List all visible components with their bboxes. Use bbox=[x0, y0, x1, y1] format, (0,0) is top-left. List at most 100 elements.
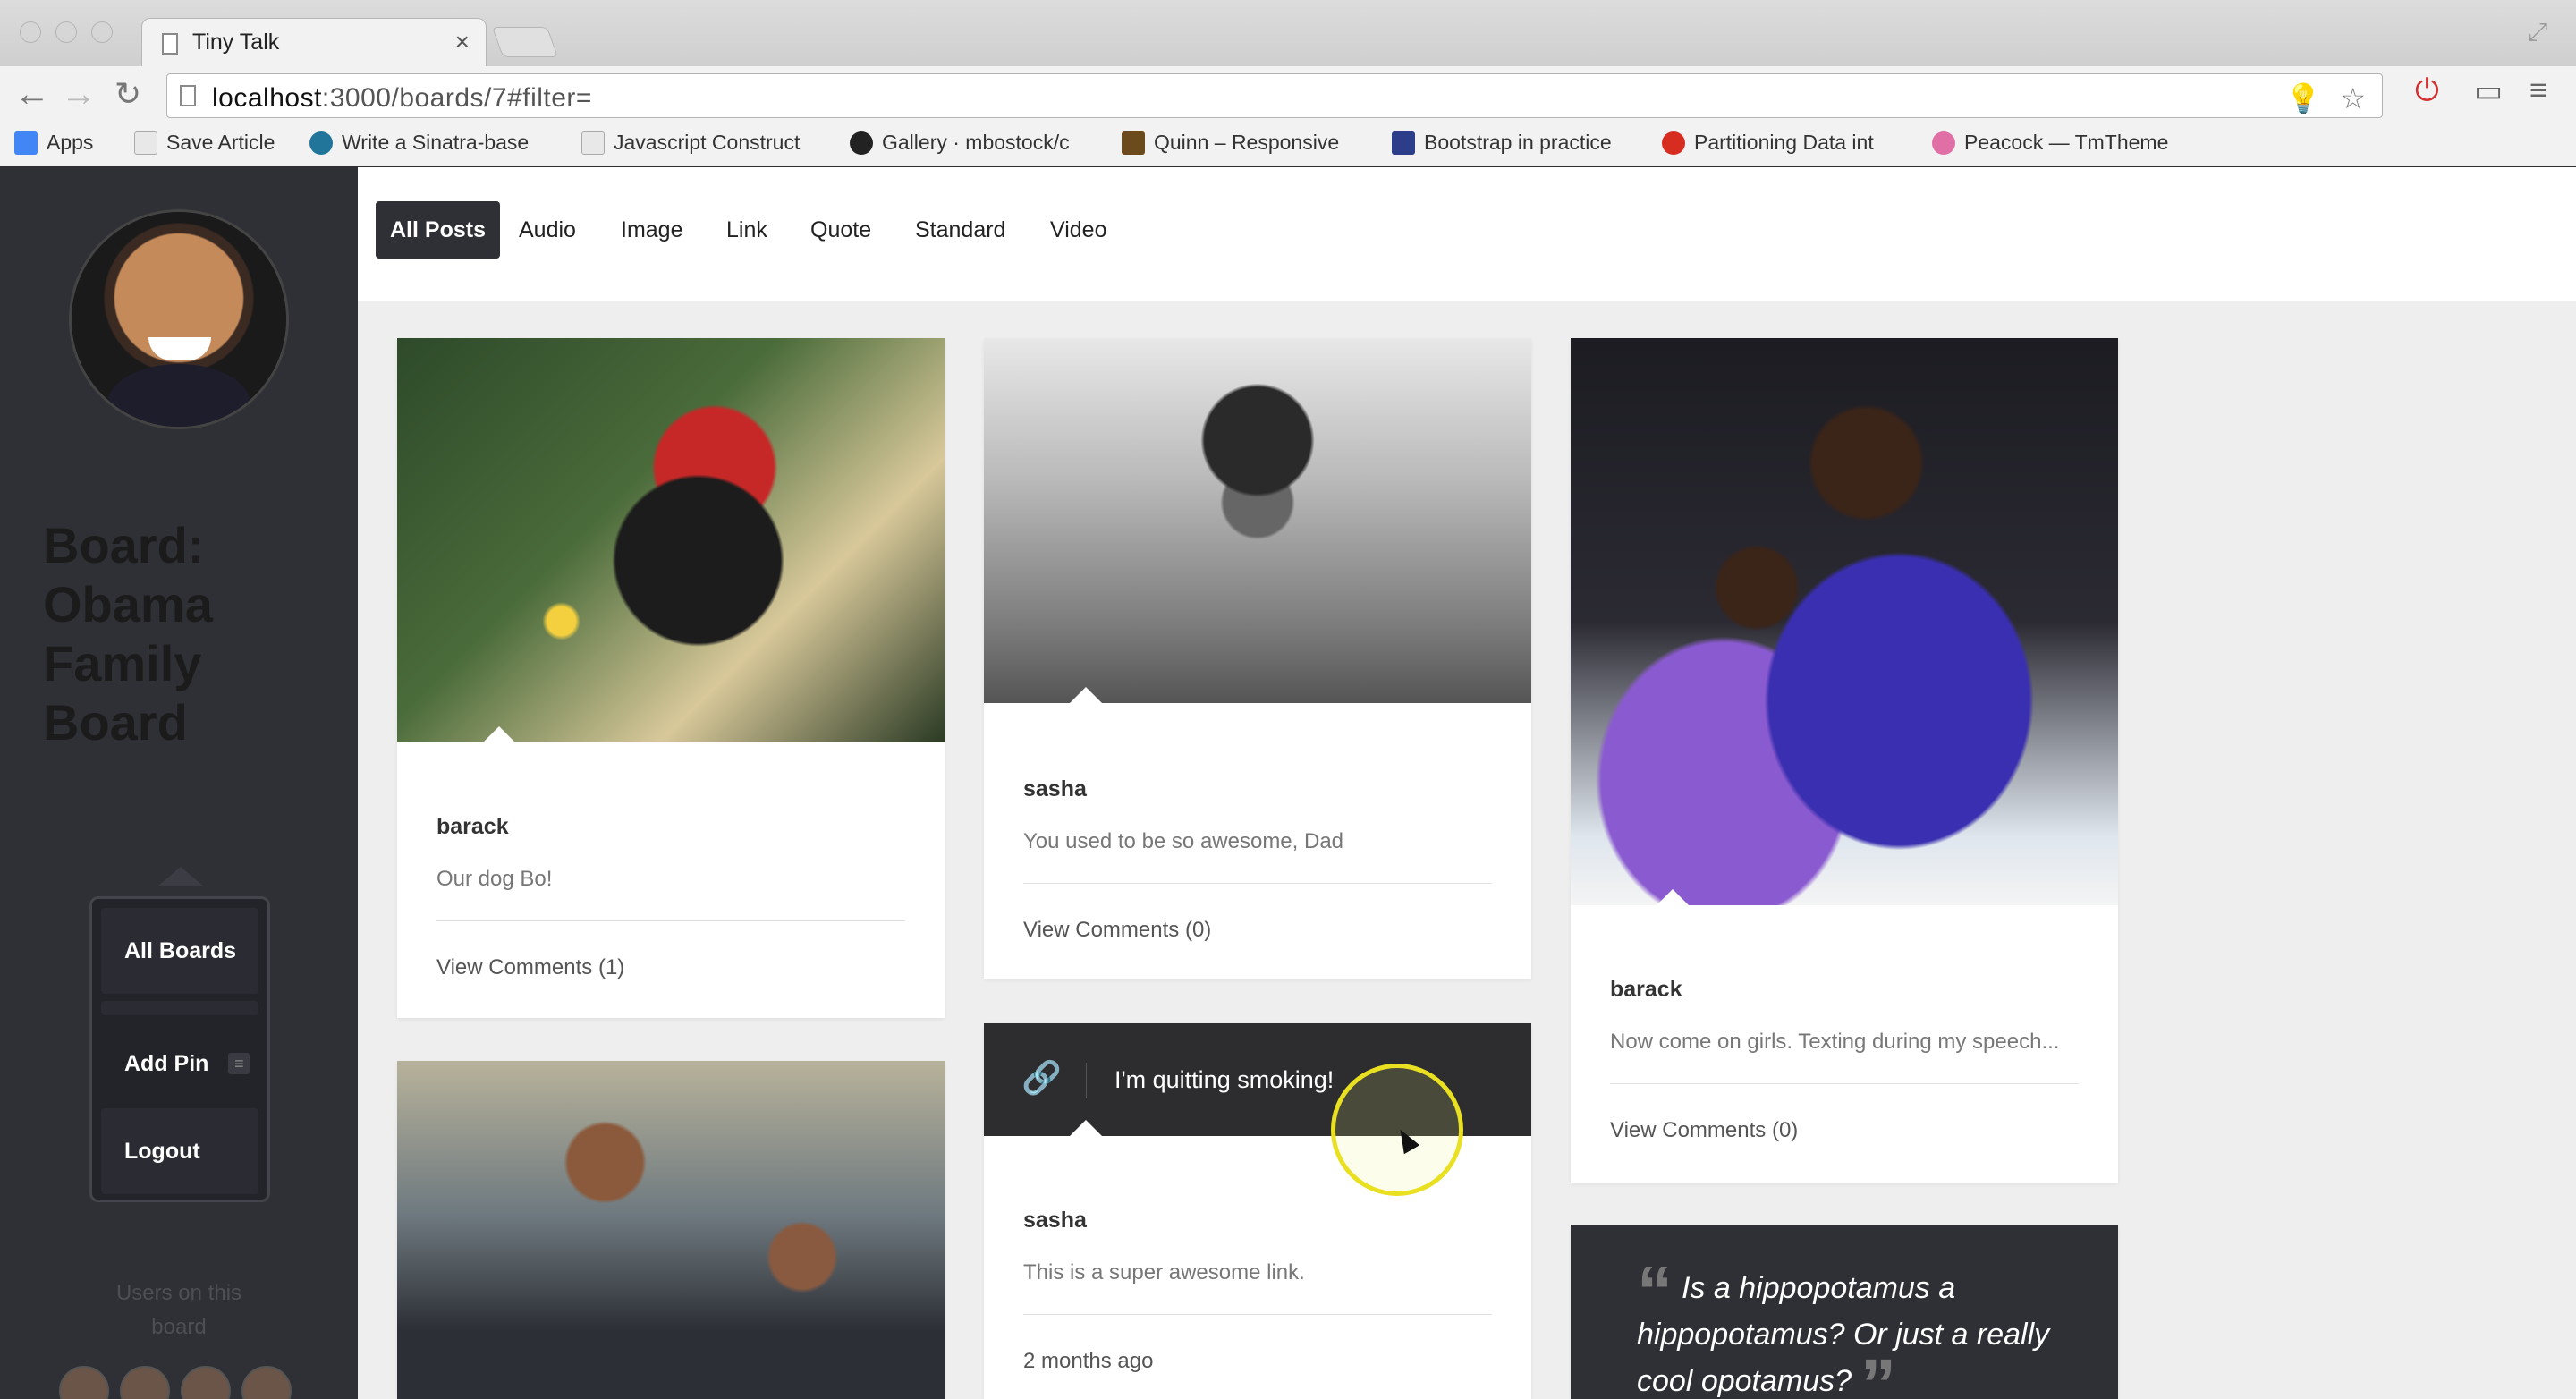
browser-tab[interactable]: Tiny Talk × bbox=[141, 18, 487, 68]
sidebar: Board: Obama Family Board All Boards Add… bbox=[0, 167, 358, 1399]
post-author[interactable]: barack bbox=[1610, 977, 2079, 1003]
page-icon bbox=[180, 85, 196, 106]
bookmark-javascript[interactable]: Javascript Construct bbox=[581, 131, 800, 155]
quote-block: “Is a hippopotamus a hippopotamus? Or ju… bbox=[1571, 1225, 2118, 1399]
post-card-link[interactable]: 🔗 I'm quitting smoking! sasha This is a … bbox=[984, 1023, 1531, 1399]
peacock-icon bbox=[1932, 131, 1955, 155]
divider bbox=[1610, 1083, 2079, 1084]
filter-bar: All Posts Audio Image Link Quote Standar… bbox=[358, 167, 2576, 301]
bookmark-bootstrap[interactable]: Bootstrap in practice bbox=[1392, 131, 1612, 155]
menu-divider bbox=[101, 1001, 258, 1015]
avatar[interactable] bbox=[72, 212, 286, 427]
bookmark-apps[interactable]: Apps bbox=[14, 131, 93, 155]
apps-grid-icon bbox=[14, 131, 38, 155]
post-image[interactable] bbox=[1571, 338, 2118, 905]
post-author[interactable]: sasha bbox=[1023, 776, 1492, 802]
user-avatar[interactable] bbox=[59, 1366, 109, 1399]
cursor-highlight bbox=[1331, 1064, 1463, 1196]
app-viewport: Board: Obama Family Board All Boards Add… bbox=[0, 167, 2576, 1399]
post-caption: Now come on girls. Texting during my spe… bbox=[1610, 1030, 2060, 1054]
divider bbox=[1023, 1314, 1492, 1315]
link-title[interactable]: I'm quitting smoking! bbox=[1114, 1066, 1334, 1094]
divider bbox=[1023, 883, 1492, 884]
user-avatar[interactable] bbox=[181, 1366, 231, 1399]
sidebar-menu: All Boards Add Pin ≡ Logout bbox=[89, 896, 270, 1202]
cast-icon[interactable]: ▭ bbox=[2474, 73, 2503, 109]
close-window-button[interactable] bbox=[20, 21, 41, 43]
board-title: Board: Obama Family Board bbox=[43, 517, 213, 750]
post-card[interactable] bbox=[397, 1061, 945, 1399]
star-icon[interactable]: ☆ bbox=[2340, 81, 2366, 115]
view-comments-link[interactable]: View Comments (0) bbox=[1023, 918, 1492, 943]
browser-toolbar: ← → ↻ localhost:3000/boards/7#filter= 💡 … bbox=[0, 66, 2576, 123]
divider bbox=[436, 920, 905, 921]
post-author[interactable]: barack bbox=[436, 814, 905, 840]
filter-image[interactable]: Image bbox=[606, 201, 697, 259]
page-icon bbox=[162, 33, 178, 55]
view-comments-link[interactable]: View Comments (1) bbox=[436, 955, 905, 980]
quote-close-icon: ” bbox=[1860, 1344, 1897, 1399]
post-card-quote[interactable]: “Is a hippopotamus a hippopotamus? Or ju… bbox=[1571, 1225, 2118, 1399]
post-image[interactable] bbox=[397, 338, 945, 742]
post-author[interactable]: sasha bbox=[1023, 1208, 1492, 1234]
wordpress-icon bbox=[309, 131, 333, 155]
browser-chrome: Tiny Talk × ⤢ ← → ↻ localhost:3000/board… bbox=[0, 0, 2576, 166]
filter-all-posts[interactable]: All Posts bbox=[376, 201, 500, 259]
filter-standard[interactable]: Standard bbox=[901, 201, 1020, 259]
bookmark-partitioning[interactable]: Partitioning Data int bbox=[1662, 131, 1874, 155]
page-icon bbox=[581, 131, 605, 155]
forward-arrow-icon[interactable]: → bbox=[61, 72, 97, 116]
minimize-window-button[interactable] bbox=[55, 21, 77, 43]
post-body: barack Our dog Bo! View Comments (1) bbox=[436, 814, 905, 980]
zoom-window-button[interactable] bbox=[91, 21, 113, 43]
post-image[interactable] bbox=[397, 1061, 945, 1399]
bookmark-save-article[interactable]: Save Article bbox=[134, 131, 275, 155]
post-card[interactable]: sasha You used to be so awesome, Dad Vie… bbox=[984, 338, 1531, 979]
users-label: Users on this board bbox=[115, 1281, 242, 1339]
bookmarks-bar: Apps Save Article Write a Sinatra-base J… bbox=[0, 123, 2576, 166]
all-boards-link[interactable]: All Boards bbox=[101, 908, 258, 994]
post-body: sasha You used to be so awesome, Dad Vie… bbox=[1023, 776, 1492, 943]
filter-quote[interactable]: Quote bbox=[796, 201, 886, 259]
github-icon bbox=[850, 131, 873, 155]
reload-icon[interactable]: ↻ bbox=[114, 72, 141, 116]
gear-icon bbox=[1662, 131, 1685, 155]
user-avatar[interactable] bbox=[120, 1366, 170, 1399]
filter-video[interactable]: Video bbox=[1036, 201, 1122, 259]
tab-title: Tiny Talk bbox=[192, 30, 280, 55]
close-tab-icon[interactable]: × bbox=[455, 28, 470, 56]
back-arrow-icon[interactable]: ← bbox=[14, 72, 50, 116]
view-comments-link[interactable]: View Comments (0) bbox=[1610, 1118, 2079, 1143]
quote-text: Is a hippopotamus a hippopotamus? Or jus… bbox=[1637, 1271, 2050, 1398]
fullscreen-icon[interactable]: ⤢ bbox=[2528, 18, 2555, 46]
post-body: barack Now come on girls. Texting during… bbox=[1610, 977, 2079, 1143]
bookmark-sinatra[interactable]: Write a Sinatra-base bbox=[309, 131, 529, 155]
page-icon bbox=[134, 131, 157, 155]
menu-caret bbox=[157, 867, 204, 886]
post-caption: You used to be so awesome, Dad bbox=[1023, 829, 1344, 853]
address-bar[interactable]: localhost:3000/boards/7#filter= 💡 ☆ bbox=[166, 73, 2383, 118]
post-image[interactable] bbox=[984, 338, 1531, 703]
menu-icon[interactable]: ≡ bbox=[2529, 73, 2547, 108]
filter-link[interactable]: Link bbox=[712, 201, 782, 259]
bookmark-peacock[interactable]: Peacock — TmTheme bbox=[1932, 131, 2168, 155]
extension-power-icon[interactable]: ⏻ bbox=[2415, 73, 2439, 108]
post-caption: Our dog Bo! bbox=[436, 867, 553, 891]
new-tab-button[interactable] bbox=[491, 27, 559, 57]
add-pin-link[interactable]: Add Pin ≡ bbox=[101, 1021, 258, 1106]
post-body: sasha This is a super awesome link. 2 mo… bbox=[1023, 1208, 1492, 1374]
post-card[interactable]: barack Now come on girls. Texting during… bbox=[1571, 338, 2118, 1183]
url-text[interactable]: localhost:3000/boards/7#filter= bbox=[212, 83, 592, 114]
add-pin-badge: ≡ bbox=[228, 1053, 250, 1074]
bookmark-gallery[interactable]: Gallery · mbostock/c bbox=[850, 131, 1070, 155]
bootstrap-icon bbox=[1392, 131, 1415, 155]
post-card[interactable]: barack Our dog Bo! View Comments (1) bbox=[397, 338, 945, 1018]
user-avatar[interactable] bbox=[242, 1366, 292, 1399]
post-caption: This is a super awesome link. bbox=[1023, 1260, 1305, 1285]
lightbulb-icon[interactable]: 💡 bbox=[2285, 81, 2321, 115]
link-icon: 🔗 bbox=[1021, 1059, 1062, 1096]
filter-audio[interactable]: Audio bbox=[504, 201, 590, 259]
bookmark-quinn[interactable]: Quinn – Responsive bbox=[1122, 131, 1339, 155]
logout-link[interactable]: Logout bbox=[101, 1108, 258, 1194]
post-timestamp: 2 months ago bbox=[1023, 1349, 1154, 1373]
